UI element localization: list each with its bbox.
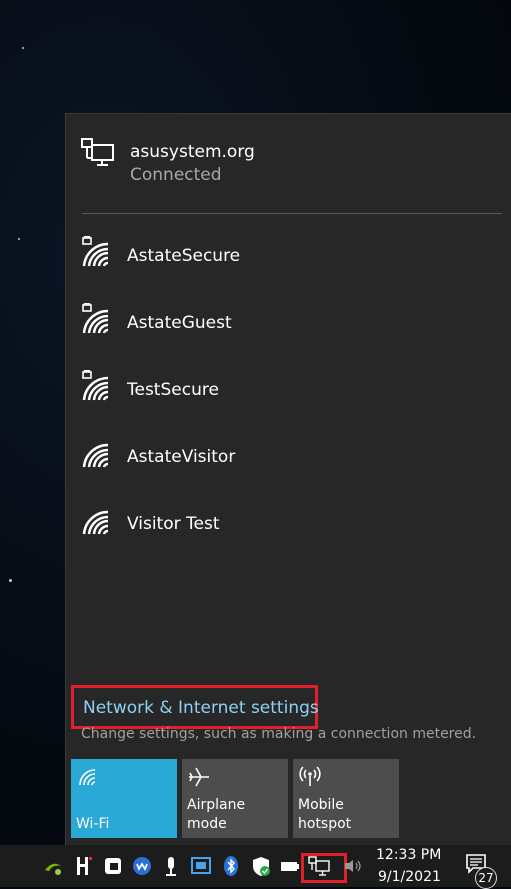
taskbar: 12:33 PM 9/1/2021 27 (0, 845, 511, 889)
network-item[interactable]: TestSecure (66, 360, 511, 420)
wifi-secured-icon (82, 303, 109, 334)
network-name: TestSecure (127, 380, 219, 400)
current-connection[interactable]: asusystem.org Connected (66, 114, 511, 209)
airplane-mode-tile[interactable]: Airplane mode (182, 759, 288, 838)
wifi-secured-icon (82, 236, 109, 267)
network-name: AstateVisitor (127, 447, 236, 467)
desktop-star (18, 238, 20, 240)
display-app-icon[interactable] (190, 855, 212, 877)
notification-count-badge: 27 (475, 867, 497, 889)
wifi-tile-label: Wi-Fi (76, 816, 110, 832)
network-item[interactable]: AstateSecure (66, 226, 511, 286)
clock-time[interactable]: 12:33 PM (376, 847, 441, 863)
nvidia-icon[interactable] (42, 855, 64, 877)
network-settings-description: Change settings, such as making a connec… (81, 726, 477, 742)
airplane-icon (189, 767, 209, 787)
network-name: AstateSecure (127, 246, 241, 266)
hotspot-icon (299, 766, 321, 786)
wifi-secured-icon (82, 370, 109, 401)
network-item[interactable]: Visitor Test (66, 494, 511, 554)
volume-icon[interactable] (343, 855, 365, 877)
airplane-tile-label: Airplane mode (187, 797, 246, 832)
desktop-star (22, 47, 24, 49)
divider (82, 213, 502, 214)
bluetooth-icon[interactable] (220, 855, 242, 877)
network-settings-link[interactable]: Network & Internet settings (71, 685, 319, 729)
wifi-open-icon (82, 510, 109, 535)
current-network-name: asusystem.org (130, 142, 255, 162)
network-name: AstateGuest (127, 313, 232, 333)
ethernet-pc-icon (81, 138, 114, 166)
mobile-hotspot-tile[interactable]: Mobile hotspot (293, 759, 399, 838)
wifi-icon (79, 769, 96, 786)
network-tray-icon[interactable] (308, 855, 330, 877)
battery-icon[interactable] (279, 855, 301, 877)
webex-icon[interactable] (131, 855, 153, 877)
network-settings-label: Network & Internet settings (83, 698, 319, 718)
network-flyout: asusystem.org Connected AstateSecure Ast… (65, 113, 511, 846)
network-name: Visitor Test (127, 514, 220, 534)
wifi-toggle-tile[interactable]: Wi-Fi (71, 759, 177, 838)
desktop-star (9, 579, 12, 582)
wifi-open-icon (82, 443, 109, 468)
hotspot-tile-label: Mobile hotspot (298, 797, 352, 832)
app-square-icon[interactable] (102, 855, 124, 877)
app-h-icon[interactable] (73, 855, 95, 877)
network-item[interactable]: AstateGuest (66, 293, 511, 353)
current-network-status: Connected (130, 165, 222, 185)
network-item[interactable]: AstateVisitor (66, 427, 511, 487)
clock-date[interactable]: 9/1/2021 (378, 869, 441, 885)
security-shield-icon[interactable] (250, 855, 272, 877)
microphone-icon[interactable] (160, 855, 182, 877)
